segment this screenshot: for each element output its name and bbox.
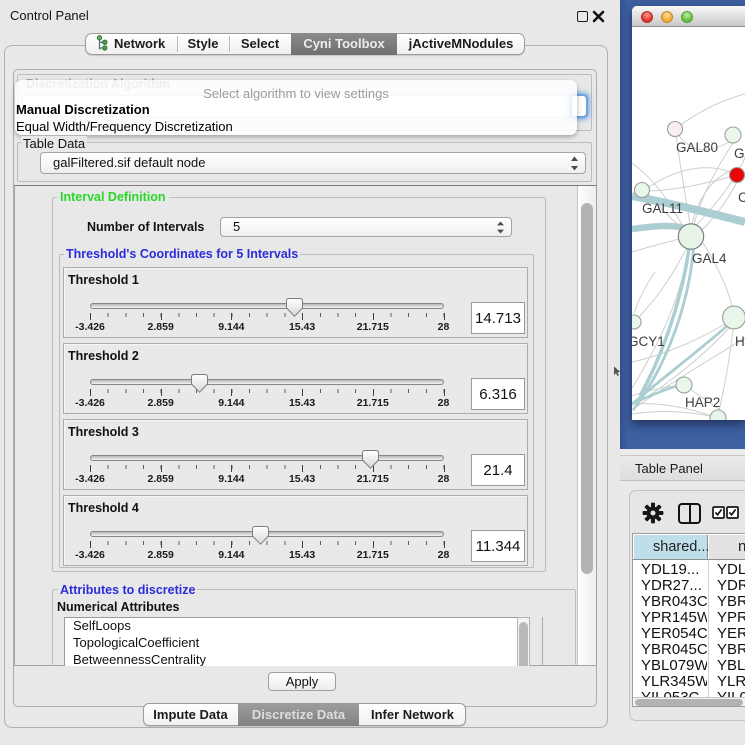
svg-text:GAL4: GAL4 — [692, 251, 727, 266]
svg-text:HAP2: HAP2 — [685, 395, 720, 410]
svg-text:GAL80: GAL80 — [676, 140, 718, 155]
svg-text:GAL11: GAL11 — [642, 201, 683, 216]
svg-text:H: H — [735, 334, 745, 349]
svg-text:GCY1: GCY1 — [632, 334, 665, 349]
svg-text:C: C — [738, 190, 745, 205]
svg-text:GA: GA — [734, 146, 745, 161]
